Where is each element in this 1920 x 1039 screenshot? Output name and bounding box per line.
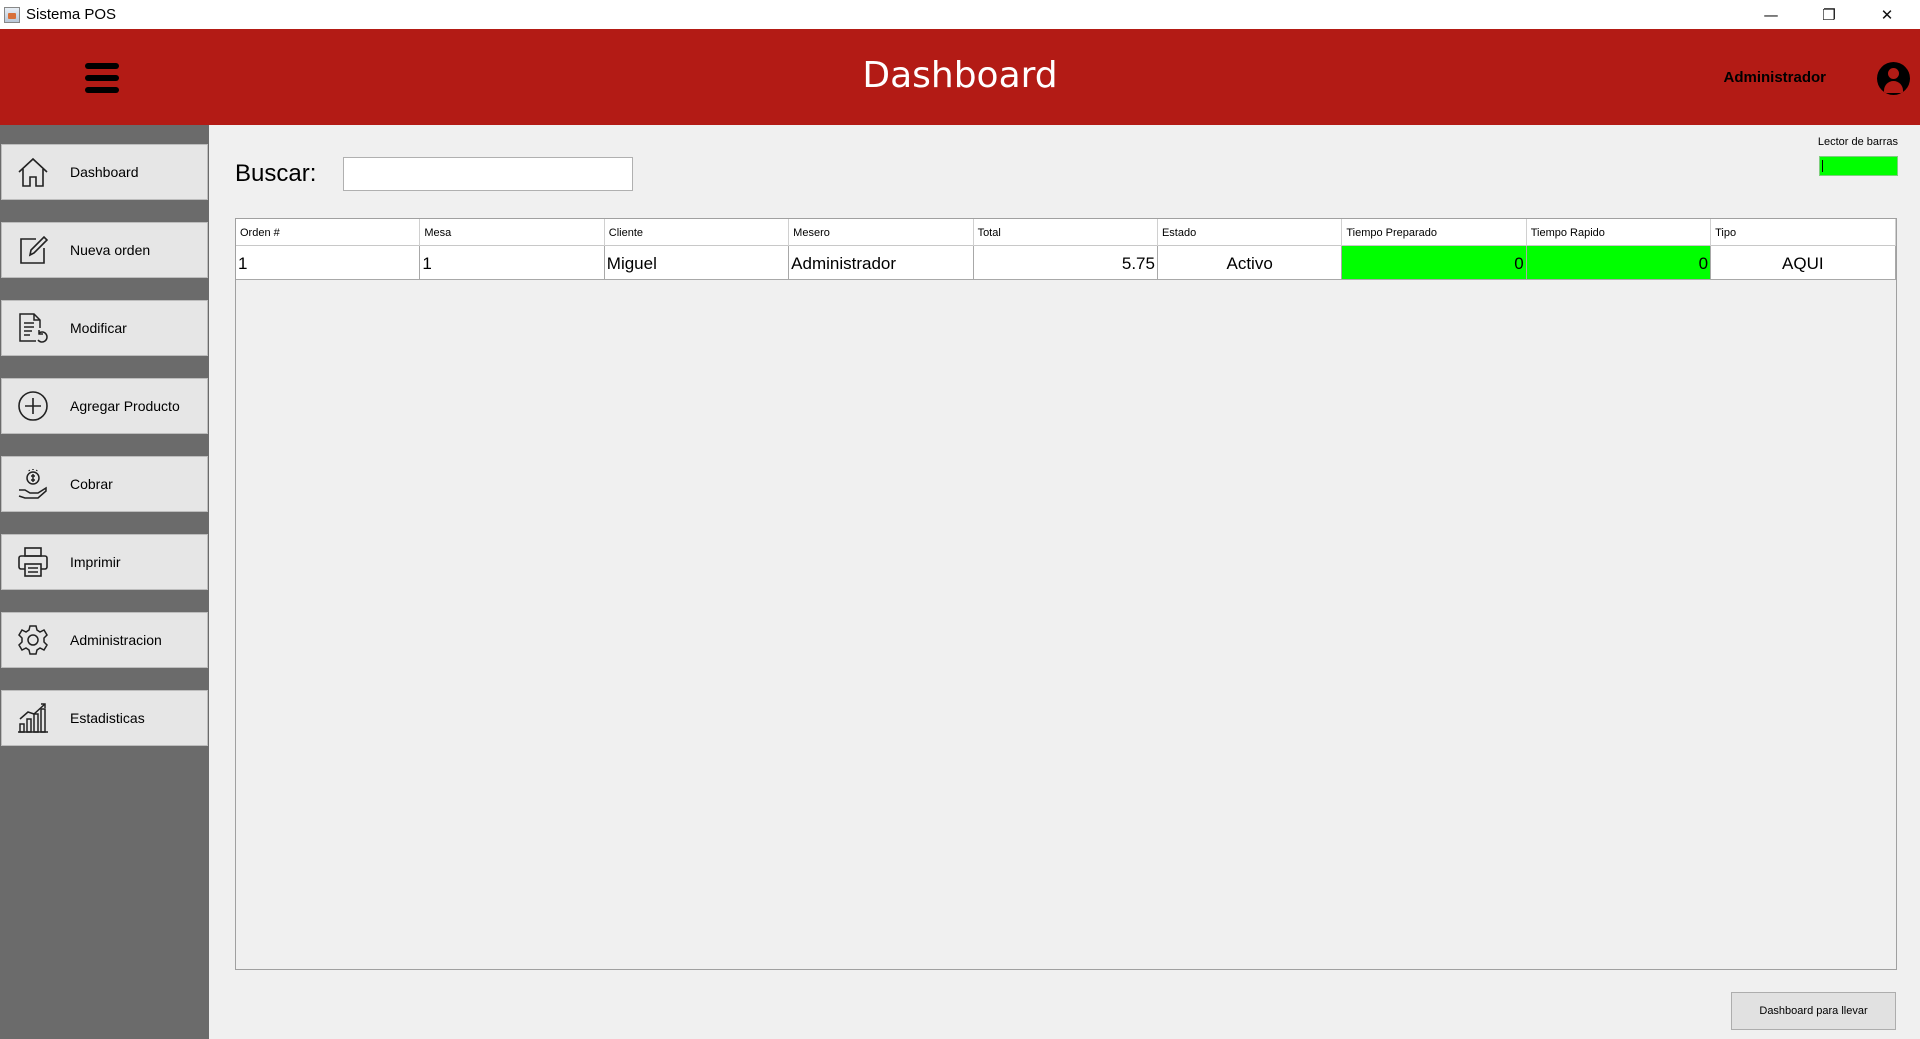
- cell-total[interactable]: 5.75: [974, 246, 1158, 279]
- cell-mesero[interactable]: Administrador: [789, 246, 974, 279]
- barcode-input[interactable]: [1819, 156, 1898, 176]
- column-header-orden[interactable]: Orden #: [236, 219, 421, 246]
- table-row[interactable]: 1 1 Miguel Administrador 5.75 Activo 0 0…: [236, 246, 1896, 280]
- column-header-estado[interactable]: Estado: [1158, 219, 1343, 246]
- column-header-total[interactable]: Total: [974, 219, 1158, 246]
- table-header: Orden # Mesa Cliente Mesero Total Estado…: [236, 219, 1896, 246]
- printer-icon: [15, 544, 51, 580]
- cell-estado[interactable]: Activo: [1158, 246, 1343, 279]
- column-header-mesero[interactable]: Mesero: [789, 219, 974, 246]
- user-avatar-icon[interactable]: [1877, 62, 1910, 95]
- column-header-tipo[interactable]: Tipo: [1711, 219, 1896, 246]
- sidebar-item-label: Nueva orden: [70, 242, 151, 258]
- sidebar-item-label: Modificar: [70, 320, 127, 336]
- close-icon[interactable]: ✕: [1858, 0, 1916, 29]
- java-app-icon: [4, 6, 20, 23]
- sidebar-item-cobrar[interactable]: Cobrar: [1, 456, 208, 512]
- user-name[interactable]: Administrador: [1723, 69, 1826, 86]
- window-titlebar: Sistema POS — ❐ ✕: [0, 0, 1920, 29]
- column-header-mesa[interactable]: Mesa: [420, 219, 605, 246]
- sidebar-item-label: Administracion: [70, 632, 162, 648]
- edit-icon: [15, 232, 51, 268]
- cell-tipo[interactable]: AQUI: [1711, 246, 1896, 279]
- gear-icon: [15, 622, 51, 658]
- window-title: Sistema POS: [26, 6, 117, 23]
- plus-circle-icon: [15, 388, 51, 424]
- app-header: Dashboard Administrador: [0, 29, 1920, 125]
- sidebar-item-label: Estadisticas: [70, 710, 145, 726]
- sidebar-item-dashboard[interactable]: Dashboard: [1, 144, 208, 200]
- chart-icon: [15, 700, 51, 736]
- sidebar-item-estadisticas[interactable]: Estadisticas: [1, 690, 208, 746]
- cell-orden[interactable]: 1: [236, 246, 421, 279]
- sidebar-item-label: Agregar Producto: [70, 398, 180, 414]
- sidebar-item-label: Imprimir: [70, 554, 121, 570]
- sidebar-item-agregar-producto[interactable]: Agregar Producto: [1, 378, 208, 434]
- dashboard-para-llevar-button[interactable]: Dashboard para llevar: [1731, 992, 1896, 1030]
- minimize-icon[interactable]: —: [1742, 0, 1800, 29]
- hand-coin-icon: [15, 466, 51, 502]
- sidebar-item-administracion[interactable]: Administracion: [1, 612, 208, 668]
- cell-cliente[interactable]: Miguel: [605, 246, 790, 279]
- column-header-cliente[interactable]: Cliente: [605, 219, 790, 246]
- search-input[interactable]: [343, 157, 633, 191]
- sidebar-item-label: Dashboard: [70, 164, 139, 180]
- sidebar-item-label: Cobrar: [70, 476, 113, 492]
- column-header-tiempo-preparado[interactable]: Tiempo Preparado: [1342, 219, 1527, 246]
- cell-mesa[interactable]: 1: [420, 246, 605, 279]
- sidebar-item-imprimir[interactable]: Imprimir: [1, 534, 208, 590]
- cell-tiempo-rapido[interactable]: 0: [1526, 246, 1712, 279]
- document-refresh-icon: [15, 310, 51, 346]
- restore-icon[interactable]: ❐: [1800, 0, 1858, 29]
- home-icon: [15, 154, 51, 190]
- search-label: Buscar:: [235, 160, 317, 187]
- barcode-label: Lector de barras: [1817, 136, 1898, 148]
- sidebar-item-modificar[interactable]: Modificar: [1, 300, 208, 356]
- cell-tiempo-preparado[interactable]: 0: [1342, 246, 1527, 279]
- column-header-tiempo-rapido[interactable]: Tiempo Rapido: [1527, 219, 1712, 246]
- orders-table: Orden # Mesa Cliente Mesero Total Estado…: [235, 218, 1897, 970]
- page-title: Dashboard: [862, 55, 1058, 96]
- sidebar-item-nueva-orden[interactable]: Nueva orden: [1, 222, 208, 278]
- sidebar: Dashboard Nueva orden Modificar Agregar …: [0, 125, 209, 1039]
